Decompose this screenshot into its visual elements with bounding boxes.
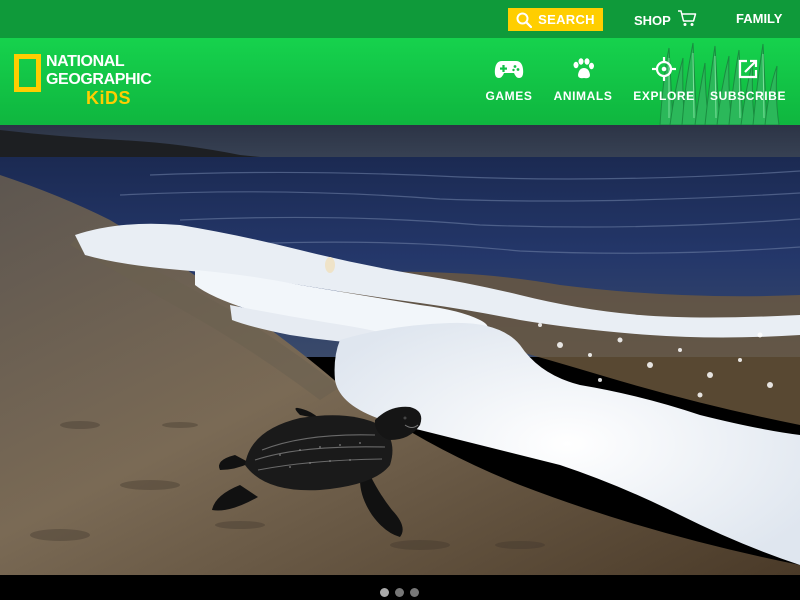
nav-subscribe[interactable]: SUBSCRIBE xyxy=(709,56,787,108)
nav-games-label: GAMES xyxy=(485,89,533,103)
family-link[interactable]: FAMILY xyxy=(736,11,782,26)
shop-link[interactable]: SHOP xyxy=(634,10,697,30)
gamepad-icon xyxy=(494,56,524,82)
logo-line1: NATIONAL xyxy=(46,53,125,70)
nav-subscribe-label: SUBSCRIBE xyxy=(709,89,787,103)
nav-explore-label: EXPLORE xyxy=(633,89,695,103)
external-link-icon xyxy=(733,56,763,82)
carousel-dots xyxy=(380,588,419,597)
carousel-dot-3[interactable] xyxy=(410,588,419,597)
crosshair-icon xyxy=(649,56,679,82)
paw-icon xyxy=(568,56,598,82)
search-button[interactable]: SEARCH xyxy=(508,8,603,31)
utility-bar: SEARCH SHOP FAMILY xyxy=(0,0,800,38)
shop-label: SHOP xyxy=(634,12,671,28)
natgeo-kids-logo[interactable]: NATIONAL GEOGRAPHIC KiDS xyxy=(14,52,154,110)
nav-animals[interactable]: ANIMALS xyxy=(552,56,614,108)
logo-line2: GEOGRAPHIC xyxy=(46,71,152,88)
carousel-footer xyxy=(0,575,800,600)
carousel-dot-2[interactable] xyxy=(395,588,404,597)
nav-games[interactable]: GAMES xyxy=(484,56,534,108)
main-nav: NATIONAL GEOGRAPHIC KiDS GAMES ANIMALS E… xyxy=(0,38,800,125)
turtle-beach-photo xyxy=(0,125,800,575)
yellow-border-mark xyxy=(14,54,41,92)
logo-kids: KiDS xyxy=(86,88,132,108)
hero-image[interactable] xyxy=(0,125,800,575)
search-icon xyxy=(516,12,533,28)
cart-icon xyxy=(677,10,697,30)
carousel-dot-1[interactable] xyxy=(380,588,389,597)
search-label: SEARCH xyxy=(538,12,595,27)
nav-animals-label: ANIMALS xyxy=(553,89,613,103)
nav-explore[interactable]: EXPLORE xyxy=(633,56,695,108)
